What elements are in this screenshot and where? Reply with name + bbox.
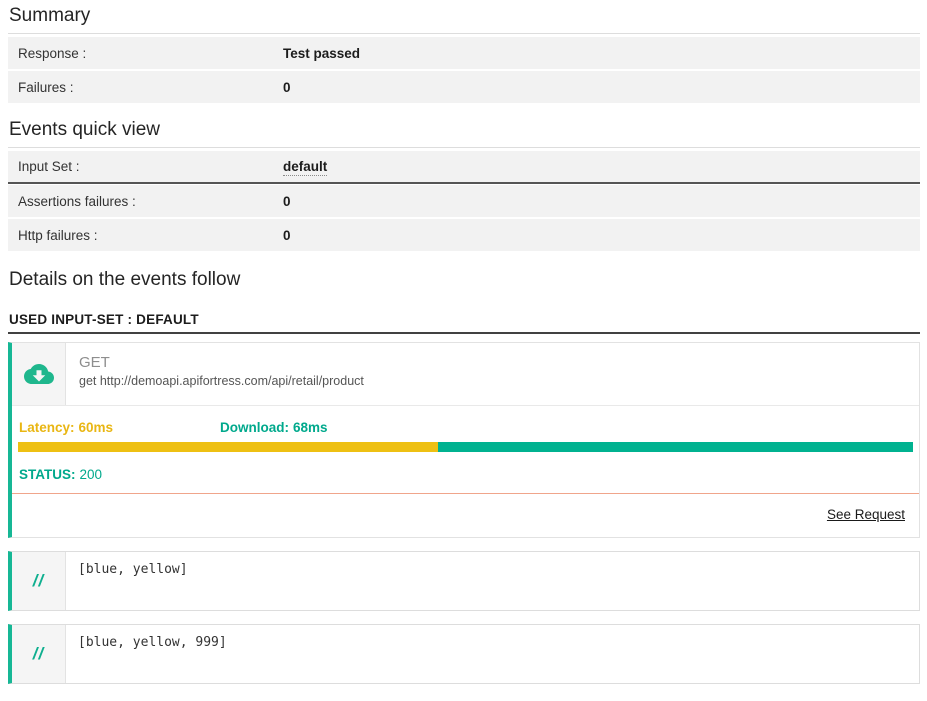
summary-title: Summary <box>8 2 920 34</box>
row-label: Response : <box>18 46 283 61</box>
http-method: GET <box>79 354 364 371</box>
latency-metric: Latency: 60ms <box>19 420 220 435</box>
events-quick-view-table: Input Set : default Assertions failures … <box>8 151 920 251</box>
see-request-link[interactable]: See Request <box>827 507 905 522</box>
table-row: Failures : 0 <box>8 71 920 103</box>
download-bar-segment <box>438 442 913 452</box>
request-event-card: GET get http://demoapi.apifortress.com/a… <box>8 342 920 538</box>
latency-label: Latency: <box>19 420 75 435</box>
table-row: Response : Test passed <box>8 37 920 69</box>
events-quick-view-title: Events quick view <box>8 116 920 148</box>
metrics-row: Latency: 60ms Download: 68ms <box>18 420 913 435</box>
comment-slashes-icon: // <box>33 571 44 591</box>
code-icon-cell: // <box>12 552 66 610</box>
download-metric: Download: 68ms <box>220 420 328 435</box>
response-value: Test passed <box>283 46 360 61</box>
code-text: [blue, yellow, 999] <box>66 625 239 683</box>
http-failures-value: 0 <box>283 228 291 243</box>
latency-value: 60ms <box>79 420 114 435</box>
request-header: GET get http://demoapi.apifortress.com/a… <box>12 343 919 406</box>
summary-table: Response : Test passed Failures : 0 <box>8 37 920 103</box>
latency-bar-segment <box>18 442 438 452</box>
see-request-row: See Request <box>18 494 913 537</box>
failures-value: 0 <box>283 80 291 95</box>
request-icon-cell <box>12 343 66 405</box>
code-block-card: // [blue, yellow] <box>8 551 920 611</box>
comment-slashes-icon: // <box>33 644 44 664</box>
table-row: Http failures : 0 <box>8 219 920 251</box>
table-row: Input Set : default <box>8 151 920 184</box>
row-label: Input Set : <box>18 159 283 174</box>
timing-bar <box>18 442 913 452</box>
status-value: 200 <box>80 467 103 482</box>
cloud-download-icon <box>24 359 54 389</box>
code-text: [blue, yellow] <box>66 552 200 610</box>
code-icon-cell: // <box>12 625 66 683</box>
details-title: Details on the events follow <box>8 266 920 297</box>
request-body: Latency: 60ms Download: 68ms STATUS: 200 See… <box>12 406 919 537</box>
row-label: Assertions failures : <box>18 194 283 209</box>
download-value: 68ms <box>293 420 328 435</box>
section-divider <box>8 332 920 334</box>
report-page: Summary Response : Test passed Failures … <box>0 0 927 701</box>
status-label: STATUS: <box>19 467 76 482</box>
assertions-failures-value: 0 <box>283 194 291 209</box>
request-url: get http://demoapi.apifortress.com/api/r… <box>79 374 364 388</box>
download-label: Download: <box>220 420 289 435</box>
code-block-card: // [blue, yellow, 999] <box>8 624 920 684</box>
row-label: Http failures : <box>18 228 283 243</box>
table-row: Assertions failures : 0 <box>8 185 920 217</box>
input-set-value[interactable]: default <box>283 159 327 176</box>
status-row: STATUS: 200 <box>18 458 913 493</box>
used-input-set-heading: USED INPUT-SET : DEFAULT <box>9 312 920 327</box>
row-label: Failures : <box>18 80 283 95</box>
request-titles: GET get http://demoapi.apifortress.com/a… <box>66 343 364 405</box>
